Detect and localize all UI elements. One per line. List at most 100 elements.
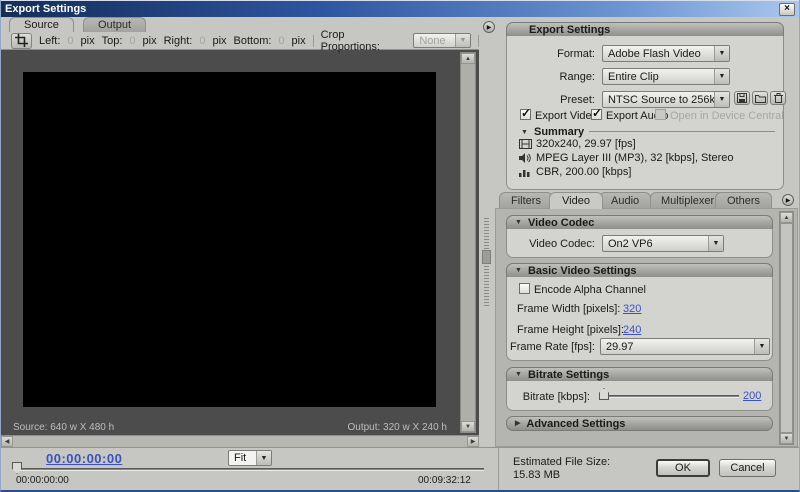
tab-filters[interactable]: Filters <box>499 192 553 209</box>
pix-unit: pix <box>143 35 157 47</box>
video-codec-section-title: Video Codec <box>528 217 594 229</box>
section-toggle-icon[interactable]: ▼ <box>515 219 522 226</box>
scroll-up-icon[interactable]: ▲ <box>461 53 475 64</box>
encode-alpha-checkbox[interactable] <box>519 283 530 294</box>
bitrate-section-header[interactable]: ▼ Bitrate Settings <box>506 367 773 382</box>
section-toggle-icon[interactable]: ▶ <box>515 420 520 427</box>
dropdown-arrow-icon: ▼ <box>455 34 470 47</box>
crop-top-value[interactable]: 0 <box>129 35 135 47</box>
advanced-section-title: Advanced Settings <box>526 418 625 430</box>
tab-others[interactable]: Others <box>715 192 772 209</box>
current-timecode[interactable]: 00:00:00:00 <box>46 451 122 466</box>
pix-unit: pix <box>81 35 95 47</box>
crop-right-value[interactable]: 0 <box>199 35 205 47</box>
right-more-tabs-icon[interactable]: ▶ <box>782 194 794 206</box>
tab-others-label: Others <box>727 195 760 207</box>
section-toggle-icon[interactable]: ▼ <box>515 371 522 378</box>
frame-height-value[interactable]: 240 <box>623 324 641 336</box>
tab-multiplexer[interactable]: Multiplexer <box>650 192 725 209</box>
bitrate-slider-track[interactable] <box>607 395 739 398</box>
format-dropdown[interactable]: Adobe Flash Video ▼ <box>602 45 730 62</box>
cancel-button-label: Cancel <box>730 462 764 474</box>
video-frame[interactable] <box>23 72 436 407</box>
video-codec-label: Video Codec: <box>507 238 595 250</box>
scroll-right-icon[interactable]: ▶ <box>467 436 479 447</box>
timeline-track[interactable] <box>16 468 484 471</box>
toolbar-separator <box>313 35 314 47</box>
frame-rate-value: 29.97 <box>601 339 754 354</box>
tab-filters-label: Filters <box>511 195 541 207</box>
scroll-left-icon[interactable]: ◀ <box>1 436 13 447</box>
preview-vertical-scrollbar[interactable]: ▲ ▼ <box>460 52 476 433</box>
tab-source[interactable]: Source <box>9 17 74 32</box>
crop-left-label: Left: <box>39 35 60 47</box>
preset-dropdown[interactable]: NTSC Source to 256kbps ▼ <box>602 91 730 108</box>
preview-horizontal-scrollbar[interactable]: ◀ ▶ <box>1 435 479 447</box>
crop-left-value[interactable]: 0 <box>67 35 73 47</box>
dropdown-arrow-icon[interactable]: ▼ <box>714 46 729 61</box>
tab-audio[interactable]: Audio <box>599 192 651 209</box>
scroll-up-icon[interactable]: ▲ <box>780 212 793 223</box>
estimated-size-label: Estimated File Size: <box>513 456 610 468</box>
end-timecode: 00:09:32:12 <box>418 475 471 486</box>
crop-icon <box>15 34 28 47</box>
window-titlebar[interactable]: Export Settings × <box>1 0 799 17</box>
dropdown-arrow-icon[interactable]: ▼ <box>714 92 729 107</box>
panel-splitter-handle[interactable] <box>482 250 491 264</box>
save-preset-button[interactable] <box>734 91 750 105</box>
frame-rate-dropdown[interactable]: 29.97 ▼ <box>600 338 770 355</box>
video-codec-section-header[interactable]: ▼ Video Codec <box>506 215 773 230</box>
crop-proportions-dropdown: None ▼ <box>413 33 471 48</box>
crop-top-label: Top: <box>102 35 123 47</box>
import-preset-button[interactable] <box>752 91 768 105</box>
crop-bottom-value[interactable]: 0 <box>278 35 284 47</box>
frame-width-value[interactable]: 320 <box>623 303 641 315</box>
dropdown-arrow-icon[interactable]: ▼ <box>256 451 271 465</box>
ok-button-label: OK <box>675 462 691 474</box>
basic-video-box: Encode Alpha Channel Frame Width [pixels… <box>506 277 773 361</box>
frame-rate-label: Frame Rate [fps]: <box>507 341 595 353</box>
delete-preset-button[interactable] <box>770 91 786 105</box>
checkmark-icon: ✓ <box>592 106 602 120</box>
device-central-checkbox <box>655 109 666 120</box>
preset-label: Preset: <box>507 94 595 106</box>
advanced-section-header[interactable]: ▶ Advanced Settings <box>506 416 773 431</box>
video-codec-dropdown[interactable]: On2 VP6 ▼ <box>602 235 724 252</box>
frame-width-label: Frame Width [pixels]: <box>517 303 620 315</box>
left-more-tabs-icon[interactable]: ▶ <box>483 21 495 33</box>
tab-output[interactable]: Output <box>83 17 146 32</box>
cancel-button[interactable]: Cancel <box>719 459 776 477</box>
encode-alpha-label: Encode Alpha Channel <box>534 284 646 296</box>
tab-audio-label: Audio <box>611 195 639 207</box>
export-audio-checkbox[interactable]: ✓ <box>591 109 602 120</box>
close-icon[interactable]: × <box>779 3 795 16</box>
tab-video[interactable]: Video <box>549 192 603 209</box>
dropdown-arrow-icon[interactable]: ▼ <box>714 69 729 84</box>
film-icon <box>519 139 532 152</box>
range-dropdown[interactable]: Entire Clip ▼ <box>602 68 730 85</box>
summary-toggle-icon[interactable]: ▼ <box>521 129 528 136</box>
bitrate-slider-thumb[interactable] <box>599 388 609 400</box>
format-value: Adobe Flash Video <box>603 46 714 61</box>
export-video-checkbox[interactable]: ✓ <box>520 109 531 120</box>
scroll-down-icon[interactable]: ▼ <box>780 433 793 444</box>
dropdown-arrow-icon[interactable]: ▼ <box>708 236 723 251</box>
crop-bottom-label: Bottom: <box>234 35 272 47</box>
dropdown-arrow-icon[interactable]: ▼ <box>754 339 769 354</box>
ok-button[interactable]: OK <box>656 459 710 477</box>
zoom-fit-dropdown[interactable]: Fit ▼ <box>228 450 272 466</box>
checkmark-icon: ✓ <box>521 106 531 120</box>
bitrate-value[interactable]: 200 <box>743 390 761 402</box>
settings-scrollbar-thumb[interactable] <box>780 223 793 433</box>
source-dimensions: Source: 640 w X 480 h <box>13 422 114 433</box>
export-video-label: Export Video <box>535 110 598 122</box>
scroll-down-icon[interactable]: ▼ <box>461 421 475 432</box>
basic-video-section-title: Basic Video Settings <box>528 265 637 277</box>
window-title: Export Settings <box>5 3 86 15</box>
pix-unit: pix <box>292 35 306 47</box>
basic-video-section-header[interactable]: ▼ Basic Video Settings <box>506 263 773 278</box>
start-timecode: 00:00:00:00 <box>16 475 69 486</box>
crop-proportions-value: None <box>414 34 455 47</box>
crop-tool-button[interactable] <box>11 33 32 49</box>
section-toggle-icon[interactable]: ▼ <box>515 267 522 274</box>
